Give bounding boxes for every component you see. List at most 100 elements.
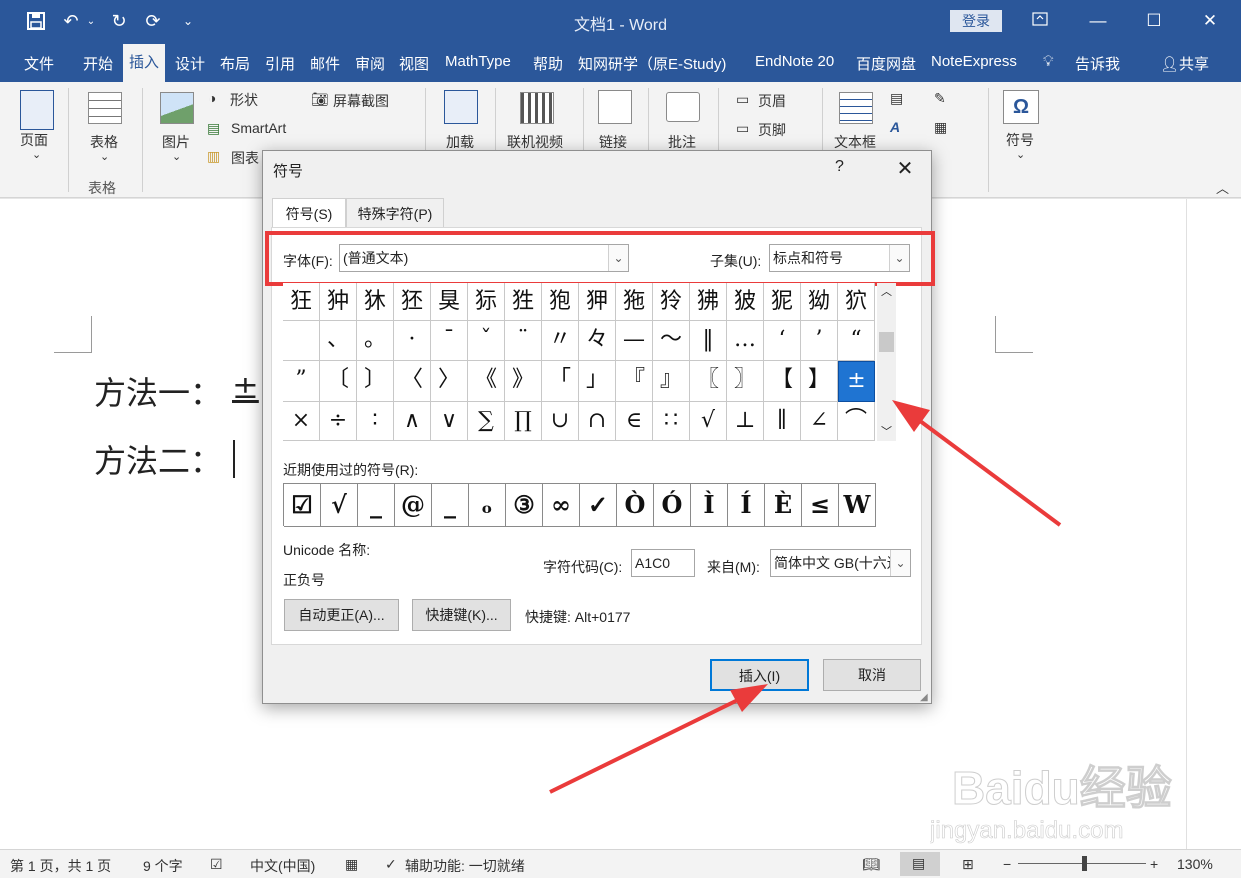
- tab-review[interactable]: 审阅: [355, 53, 385, 74]
- symbol-cell[interactable]: ∨: [431, 402, 468, 441]
- symbol-cell[interactable]: 狋: [468, 283, 505, 321]
- symbol-cell[interactable]: ‖: [690, 321, 727, 361]
- recent-symbol-cell[interactable]: _: [358, 484, 395, 527]
- accessibility-status[interactable]: 辅助功能: 一切就绪: [405, 856, 525, 876]
- wordart-icon[interactable]: A: [890, 119, 900, 135]
- symbol-cell[interactable]: 」: [579, 361, 616, 402]
- tab-mailings[interactable]: 邮件: [310, 53, 340, 74]
- symbol-cell[interactable]: ∷: [653, 402, 690, 441]
- symbol-cell[interactable]: ’: [801, 321, 838, 361]
- tab-layout[interactable]: 布局: [220, 53, 250, 74]
- datetime-icon[interactable]: ▦: [934, 119, 947, 136]
- zoom-slider-thumb[interactable]: [1082, 856, 1087, 871]
- symbol-cell[interactable]: ±: [838, 361, 875, 402]
- tab-file[interactable]: 文件: [24, 53, 54, 74]
- addin-button[interactable]: 加载: [446, 132, 474, 152]
- recent-symbol-cell[interactable]: Ò: [617, 484, 654, 527]
- recent-symbol-cell[interactable]: ✓: [580, 484, 617, 527]
- smartart-button[interactable]: SmartArt: [231, 120, 286, 136]
- chevron-down-icon[interactable]: ⌄: [890, 550, 910, 576]
- tab-references[interactable]: 引用: [265, 53, 295, 74]
- symbol-cell[interactable]: …: [727, 321, 764, 361]
- symbol-cell[interactable]: 〔: [320, 361, 357, 402]
- recent-symbol-cell[interactable]: Ó: [654, 484, 691, 527]
- scroll-thumb[interactable]: [879, 332, 894, 352]
- tab-mathtype[interactable]: MathType: [445, 53, 511, 70]
- symbol-cell[interactable]: ∈: [616, 402, 653, 441]
- symbol-cell[interactable]: ”: [283, 361, 320, 402]
- minimize-icon[interactable]: —: [1078, 8, 1118, 34]
- tab-view[interactable]: 视图: [399, 53, 429, 74]
- symbol-cell[interactable]: 狍: [542, 283, 579, 321]
- symbol-cell[interactable]: [283, 321, 320, 361]
- picture-button[interactable]: 图片: [162, 132, 190, 152]
- symbol-grid[interactable]: 狂狆狇狉狊狋狌狍狎狏狑狒狓狔狕狖、。 · ˉ ˇ ¨ 〃々 — ～ ‖… ‘’ “ ” 〔〕〈〉《》「」…: [283, 283, 875, 441]
- symbol-cell[interactable]: 狉: [394, 283, 431, 321]
- recent-symbol-cell[interactable]: ③: [506, 484, 543, 527]
- macro-icon[interactable]: ▦: [345, 856, 358, 873]
- from-select[interactable]: 简体中文 GB(十六进制) ⌄: [770, 549, 911, 577]
- print-layout-button[interactable]: ▤: [900, 852, 940, 876]
- symbol-cell[interactable]: ˉ: [431, 321, 468, 361]
- symbol-cell[interactable]: ÷: [320, 402, 357, 441]
- table-button[interactable]: 表格: [90, 132, 118, 152]
- symbol-cell[interactable]: ∧: [394, 402, 431, 441]
- scroll-up-icon[interactable]: ︿: [881, 283, 892, 299]
- symbol-cell[interactable]: —: [616, 321, 653, 361]
- symbol-cell[interactable]: 狖: [838, 283, 875, 321]
- quickparts-icon[interactable]: ▤: [890, 90, 903, 107]
- symbol-cell[interactable]: ∏: [505, 402, 542, 441]
- symbol-cell[interactable]: 狆: [320, 283, 357, 321]
- symbol-cell[interactable]: ‘: [764, 321, 801, 361]
- tab-insert[interactable]: 插入: [123, 44, 165, 82]
- recent-symbols-grid[interactable]: ☑ √ _ @ _ ₒ ③ ∞ ✓ Ò Ó Ì Í È ≤ W: [283, 483, 876, 527]
- symbol-button[interactable]: 符号: [1006, 130, 1034, 150]
- online-video-button[interactable]: 联机视频: [507, 132, 563, 152]
- chevron-down-icon[interactable]: ⌄: [172, 150, 181, 163]
- close-window-icon[interactable]: ✕: [1190, 8, 1230, 34]
- symbol-cell[interactable]: 狔: [764, 283, 801, 321]
- tab-help[interactable]: 帮助: [533, 53, 563, 74]
- lightbulb-icon[interactable]: 💡︎: [1043, 53, 1054, 70]
- symbol-cell[interactable]: 狌: [505, 283, 542, 321]
- proofing-icon[interactable]: ☑: [210, 856, 223, 873]
- link-button[interactable]: 链接: [599, 132, 627, 152]
- symbol-cell[interactable]: 狒: [690, 283, 727, 321]
- recent-symbol-cell[interactable]: ₒ: [469, 484, 506, 527]
- tab-symbols[interactable]: 符号(S): [272, 198, 346, 228]
- symbol-cell[interactable]: 狂: [283, 283, 320, 321]
- recent-symbol-cell[interactable]: Í: [728, 484, 765, 527]
- symbol-cell[interactable]: 狊: [431, 283, 468, 321]
- insert-button[interactable]: 插入(I): [710, 659, 809, 691]
- collapse-ribbon-icon[interactable]: ︿: [1216, 178, 1229, 197]
- recent-symbol-cell[interactable]: Ì: [691, 484, 728, 527]
- tab-design[interactable]: 设计: [175, 53, 205, 74]
- recent-symbol-cell[interactable]: W: [839, 484, 876, 527]
- symbol-cell[interactable]: ˇ: [468, 321, 505, 361]
- char-code-input[interactable]: A1C0: [631, 549, 695, 577]
- cancel-button[interactable]: 取消: [823, 659, 921, 691]
- symbol-cell[interactable]: ∶: [357, 402, 394, 441]
- textbox-button[interactable]: 文本框: [834, 132, 876, 152]
- comment-button[interactable]: 批注: [668, 132, 696, 152]
- ribbon-display-icon[interactable]: [1020, 8, 1060, 34]
- symbol-cell[interactable]: ×: [283, 402, 320, 441]
- symbol-cell[interactable]: 【: [764, 361, 801, 402]
- zoom-level[interactable]: 130%: [1177, 856, 1213, 872]
- tab-baidu-netdisk[interactable]: 百度网盘: [856, 53, 916, 74]
- recent-symbol-cell[interactable]: _: [432, 484, 469, 527]
- shapes-button[interactable]: 形状: [230, 90, 258, 110]
- help-button[interactable]: ?: [835, 158, 844, 176]
- symbol-cell[interactable]: 〃: [542, 321, 579, 361]
- tell-me-search[interactable]: 告诉我: [1075, 53, 1120, 74]
- autocorrect-button[interactable]: 自动更正(A)...: [284, 599, 399, 631]
- symbol-cell[interactable]: ∑: [468, 402, 505, 441]
- symbol-cell[interactable]: 》: [505, 361, 542, 402]
- read-mode-icon[interactable]: 📖︎: [862, 856, 880, 873]
- symbol-cell[interactable]: 『: [616, 361, 653, 402]
- symbol-cell[interactable]: ∪: [542, 402, 579, 441]
- chevron-down-icon[interactable]: ⌄: [1016, 148, 1025, 161]
- symbol-cell[interactable]: 「: [542, 361, 579, 402]
- recent-symbol-cell[interactable]: √: [321, 484, 358, 527]
- symbol-cell[interactable]: 〉: [431, 361, 468, 402]
